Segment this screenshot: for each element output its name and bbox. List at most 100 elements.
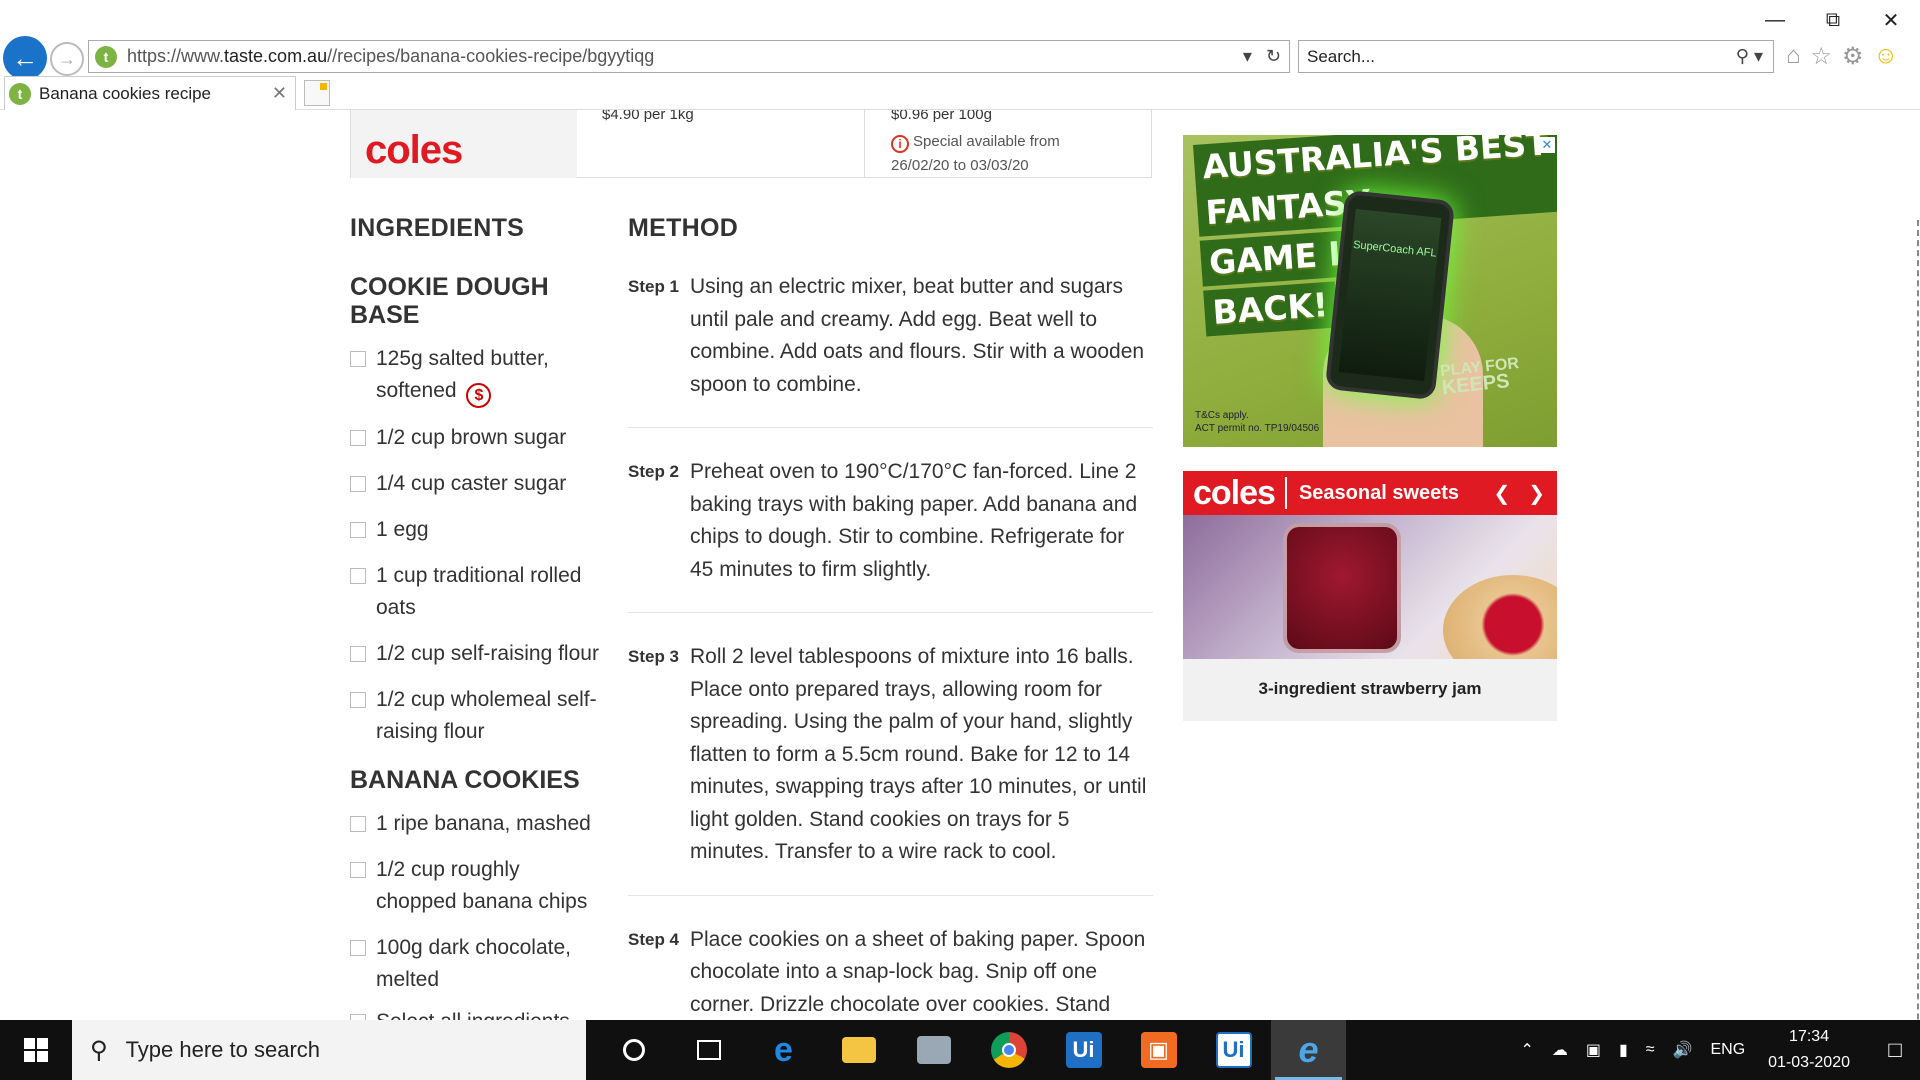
internet-explorer-icon[interactable]: e — [1271, 1020, 1346, 1080]
step-label: Step 2 — [628, 462, 680, 481]
taskbar-search-input[interactable]: ⚲ Type here to search — [72, 1020, 586, 1080]
jam-image[interactable] — [1183, 515, 1557, 659]
smiley-feedback-icon[interactable]: ☺ — [1874, 42, 1899, 71]
ingredient-item[interactable]: 1/4 cup caster sugar — [350, 468, 600, 500]
ingredient-checkbox[interactable] — [350, 862, 366, 878]
clock-date: 01-03-2020 — [1768, 1054, 1850, 1071]
price-card: coles $4.90 per 1kg $0.96 per 100g i Spec… — [350, 110, 1152, 178]
chevron-up-icon[interactable]: ⌃ — [1520, 1040, 1533, 1060]
meet-now-icon[interactable]: ▣ — [1586, 1040, 1601, 1060]
coles-price-dollar-icon[interactable]: $ — [466, 383, 492, 408]
ingredient-checkbox[interactable] — [350, 351, 366, 367]
battery-icon[interactable]: ▮ — [1619, 1040, 1628, 1060]
ingredient-text: 1 cup traditional rolled oats — [376, 564, 582, 619]
ingredient-item[interactable]: 1/2 cup wholemeal self-raising flour — [350, 684, 600, 748]
start-button[interactable] — [0, 1020, 72, 1080]
price-per-100g: $0.96 per 100g — [891, 110, 992, 123]
coles-ad-title: Seasonal sweets — [1298, 481, 1460, 504]
ingredient-checkbox[interactable] — [350, 940, 366, 956]
ingredient-item[interactable]: 1/2 cup brown sugar — [350, 422, 600, 454]
ingredient-item[interactable]: 1/2 cup roughly chopped banana chips — [350, 854, 600, 918]
uipath-assistant-icon[interactable]: Ui — [1196, 1020, 1271, 1080]
ingredient-text: 1/2 cup roughly chopped banana chips — [376, 858, 588, 913]
ingredient-item[interactable]: 125g salted butter, softened $ — [350, 343, 600, 408]
coles-logo: coles — [365, 128, 463, 172]
back-button[interactable]: ← — [3, 36, 47, 80]
dropdown-icon[interactable]: ▾ — [1243, 46, 1252, 67]
special-line2: 26/02/20 to 03/03/20 — [891, 157, 1029, 174]
clock-time: 17:34 — [1789, 1028, 1830, 1045]
ingredient-item[interactable]: 100g dark chocolate, melted — [350, 932, 600, 996]
settings-gear-icon[interactable]: ⚙ — [1842, 42, 1864, 71]
method-section: METHOD Step 1 Using an electric mixer, b… — [628, 214, 1153, 1020]
ingredient-item[interactable]: 1 cup traditional rolled oats — [350, 560, 600, 624]
volume-icon[interactable]: 🔊 — [1673, 1040, 1693, 1060]
ingredient-item[interactable]: 1 ripe banana, mashed — [350, 808, 600, 840]
tab-banana-cookies[interactable]: t Banana cookies recipe ✕ — [4, 76, 296, 110]
wifi-icon[interactable]: ≈ — [1646, 1041, 1655, 1059]
ingredient-text: 1/4 cup caster sugar — [376, 472, 567, 495]
control-panel-icon[interactable] — [896, 1020, 971, 1080]
edge-icon[interactable]: e — [746, 1020, 821, 1080]
ingredient-checkbox[interactable] — [350, 692, 366, 708]
browser-search-input[interactable]: Search... ⚲ ▾ — [1298, 40, 1774, 73]
onedrive-cloud-icon[interactable]: ☁ — [1552, 1040, 1568, 1060]
windows-taskbar: ⚲ Type here to search e Ui ▣ Ui e ⌃ ☁ ▣ … — [0, 1020, 1920, 1080]
ingredient-checkbox[interactable] — [350, 816, 366, 832]
ingredient-item[interactable]: 1 egg — [350, 514, 600, 546]
search-icon: ⚲ — [90, 1036, 108, 1064]
uipath-studio-icon[interactable]: Ui — [1046, 1020, 1121, 1080]
chevron-left-icon[interactable]: ❮ — [1493, 481, 1510, 506]
ingredient-checkbox[interactable] — [350, 430, 366, 446]
phone-screen: SuperCoach AFL — [1338, 208, 1442, 382]
ad-fine-print: T&Cs apply. ACT permit no. TP19/04506 — [1195, 409, 1319, 435]
forward-button[interactable]: → — [50, 42, 84, 76]
cortana-icon[interactable] — [596, 1020, 671, 1080]
ingredient-checkbox[interactable] — [350, 646, 366, 662]
notifications-icon[interactable]: □ — [1870, 1037, 1920, 1063]
address-bar[interactable]: t https://www.taste.com.au//recipes/bana… — [88, 40, 1290, 73]
chrome-icon[interactable] — [971, 1020, 1046, 1080]
ingredient-item[interactable]: 1/2 cup self-raising flour — [350, 638, 600, 670]
page-content: coles $4.90 per 1kg $0.96 per 100g i Spec… — [0, 110, 1920, 1020]
tab-close-icon[interactable]: ✕ — [272, 83, 287, 104]
clock[interactable]: 17:34 01-03-2020 — [1768, 1024, 1850, 1076]
method-step: Step 1 Using an electric mixer, beat but… — [628, 271, 1153, 428]
ingredient-text: 100g dark chocolate, melted — [376, 936, 571, 991]
close-window-icon[interactable]: ✕ — [1862, 0, 1920, 40]
minimize-icon[interactable]: — — [1746, 0, 1804, 40]
ad-close-icon[interactable]: ✕ — [1539, 137, 1555, 153]
coles-ad-caption[interactable]: 3-ingredient strawberry jam — [1183, 659, 1557, 699]
ingredient-checkbox[interactable] — [350, 476, 366, 492]
refresh-icon[interactable]: ↻ — [1266, 46, 1281, 67]
uipath-robot-icon[interactable]: ▣ — [1121, 1020, 1196, 1080]
task-view-icon[interactable] — [671, 1020, 746, 1080]
kfc-supercoach-ad[interactable]: AUSTRALIA'S BEST FANTASY GAME IS BACK! S… — [1183, 135, 1557, 447]
chevron-right-icon[interactable]: ❯ — [1528, 481, 1545, 506]
url-text[interactable]: https://www.taste.com.au//recipes/banana… — [127, 46, 1243, 67]
special-availability: i Special available from 26/02/20 to 03/0… — [891, 130, 1060, 178]
new-tab-button[interactable] — [304, 80, 330, 106]
step-label: Step 4 — [628, 929, 680, 949]
site-favicon-icon: t — [95, 45, 117, 68]
system-tray: ⌃ ☁ ▣ ▮ ≈ 🔊 ENG 17:34 01-03-2020 □ — [1511, 1020, 1920, 1080]
play-for-keeps-text: PLAY FOR KEEPS — [1439, 355, 1521, 399]
restore-icon[interactable]: ⧉ — [1804, 0, 1862, 40]
window-controls: — ⧉ ✕ — [1746, 0, 1920, 40]
browser-titlebar: — ⧉ ✕ ← → t https://www.taste.com.au//re… — [0, 0, 1920, 110]
ingredient-text: 1/2 cup self-raising flour — [376, 642, 599, 665]
home-icon[interactable]: ⌂ — [1786, 42, 1801, 71]
coles-seasonal-ad[interactable]: coles Seasonal sweets ❮ ❯ 3-ingredient s… — [1183, 471, 1557, 721]
step-label: Step 3 — [628, 647, 680, 666]
select-all-ingredients[interactable]: Select all ingredients — [350, 1006, 600, 1020]
coles-ad-header: coles Seasonal sweets ❮ ❯ — [1183, 471, 1557, 515]
fine-print-2: ACT permit no. TP19/04506 — [1195, 423, 1320, 434]
search-icon[interactable]: ⚲ ▾ — [1736, 46, 1763, 67]
ingredient-checkbox[interactable] — [350, 522, 366, 538]
language-indicator[interactable]: ENG — [1710, 1041, 1745, 1059]
step-text: Place cookies on a sheet of baking paper… — [690, 927, 1146, 1016]
favorites-star-icon[interactable]: ☆ — [1811, 42, 1833, 71]
file-explorer-icon[interactable] — [821, 1020, 896, 1080]
ingredient-checkbox[interactable] — [350, 568, 366, 584]
phone-image: SuperCoach AFL — [1324, 189, 1456, 401]
